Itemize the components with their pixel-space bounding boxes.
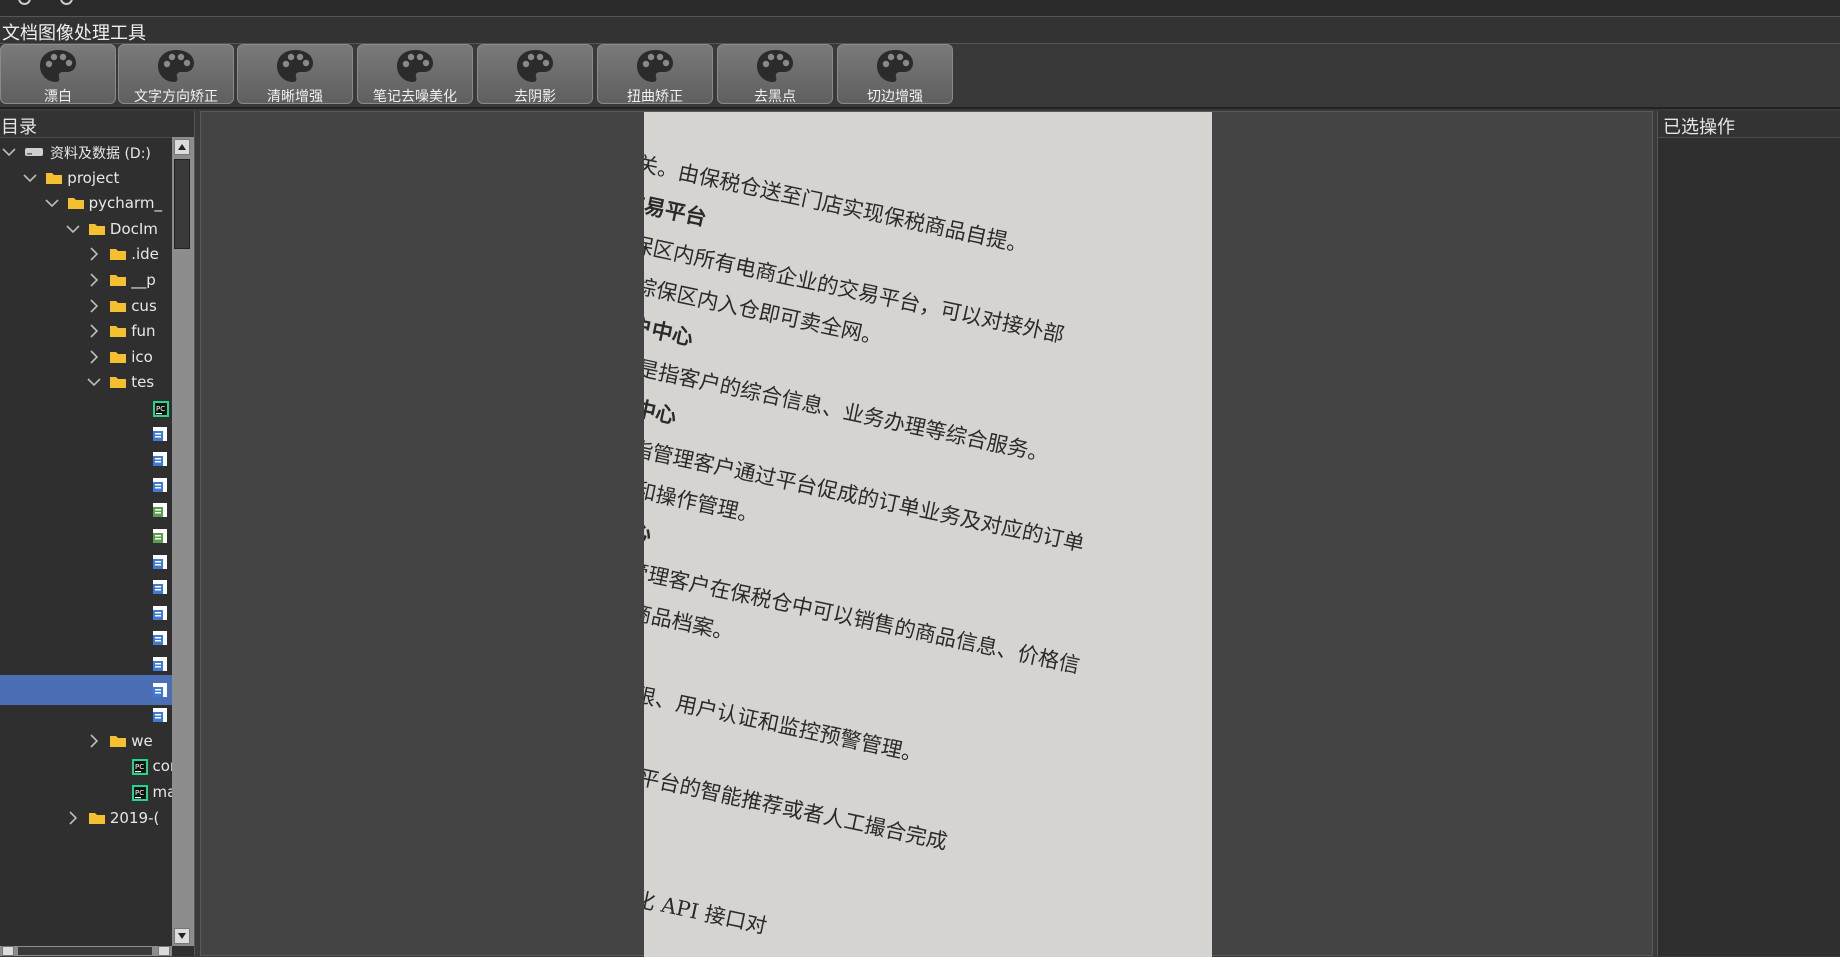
- scroll-thumb[interactable]: [18, 947, 152, 955]
- chevron-down-icon[interactable]: [66, 222, 80, 236]
- chevron-right-icon[interactable]: [87, 350, 101, 364]
- svg-text:PC: PC: [135, 789, 144, 797]
- drive-icon: [24, 144, 44, 162]
- image-file-icon: [152, 528, 168, 548]
- app-title-bar: 文档图像处理工具: [0, 17, 1840, 44]
- tool-button-label: 文字方向矫正: [134, 89, 218, 105]
- scroll-left-icon[interactable]: [2, 946, 14, 956]
- tree-item-label: pycharm_: [88, 194, 162, 213]
- svg-text:PC: PC: [156, 405, 165, 413]
- scroll-right-icon[interactable]: [158, 946, 170, 956]
- tool-button[interactable]: 漂白: [0, 44, 116, 105]
- document-image: 通关。由保税仓送至门店实现保税商品自提。3.2.3 交易平台服务综保区内所有电商…: [644, 112, 1212, 957]
- tree-item-label: __p: [131, 271, 156, 289]
- tree-item-label: we: [131, 731, 153, 750]
- tool-button[interactable]: 笔记去噪美化: [357, 44, 473, 105]
- folder-icon: [109, 733, 127, 752]
- scroll-thumb[interactable]: [174, 159, 190, 249]
- folder-icon: [109, 349, 127, 368]
- tool-button[interactable]: 去阴影: [477, 44, 593, 105]
- tool-button-label: 去黑点: [754, 89, 796, 105]
- app-title: 文档图像处理工具: [2, 23, 146, 44]
- chevron-right-icon[interactable]: [87, 734, 101, 748]
- scroll-down-icon[interactable]: [174, 928, 190, 944]
- svg-text:PC: PC: [135, 763, 144, 771]
- toolbar: 漂白 文字方向矫正 清晰增强 笔记去噪美化 去阴影 扭曲矫正 去黑点 切边增强: [0, 44, 1840, 106]
- image-file-icon: [152, 477, 168, 497]
- file-tree[interactable]: 资料及数据 (D:) project pycharm_ DocIm .ide __pcus…: [0, 137, 172, 946]
- image-viewer[interactable]: 通关。由保税仓送至门店实现保税商品自提。3.2.3 交易平台服务综保区内所有电商…: [200, 111, 1653, 957]
- window-circle-icon[interactable]: [60, 0, 73, 5]
- selected-operations-list[interactable]: [1658, 138, 1840, 956]
- image-file-icon: [152, 502, 168, 522]
- folder-icon: [45, 170, 63, 189]
- folder-icon: [109, 272, 127, 291]
- image-file-icon: [152, 707, 168, 727]
- image-file-icon: [152, 426, 168, 446]
- tool-button-label: 扭曲矫正: [627, 89, 683, 105]
- folder-icon: [109, 246, 127, 265]
- folder-icon: [109, 323, 127, 342]
- tree-item-label: DocIm: [109, 219, 158, 238]
- selected-operations-label: 已选操作: [1663, 117, 1735, 138]
- tree-item-label: cor: [152, 757, 173, 776]
- tool-button-label: 切边增强: [867, 89, 923, 105]
- chevron-right-icon[interactable]: [87, 273, 101, 287]
- folder-icon: [109, 374, 127, 393]
- chevron-down-icon[interactable]: [45, 196, 59, 210]
- tree-item-label: 2019-(: [109, 808, 160, 827]
- chevron-right-icon[interactable]: [87, 299, 101, 313]
- tree-item-label: project: [67, 168, 120, 187]
- tree-item-label: cus: [131, 296, 157, 315]
- tree-item-label: .ide: [131, 245, 159, 264]
- tool-button[interactable]: 去黑点: [717, 44, 833, 105]
- folder-icon: [88, 221, 106, 240]
- tool-button-label: 笔记去噪美化: [373, 89, 457, 105]
- image-file-icon: [152, 656, 168, 676]
- chevron-down-icon[interactable]: [2, 145, 16, 159]
- image-file-icon: [152, 579, 168, 599]
- directory-header: 目录: [0, 111, 194, 138]
- chevron-right-icon[interactable]: [87, 247, 101, 261]
- tool-button-label: 清晰增强: [267, 89, 323, 105]
- folder-icon: [109, 298, 127, 317]
- image-file-icon: [152, 630, 168, 650]
- tree-folder-item[interactable]: 2019-(: [0, 803, 172, 833]
- tree-item-label: fun: [131, 322, 156, 341]
- tool-button[interactable]: 清晰增强: [237, 44, 353, 105]
- image-file-icon: [152, 554, 168, 574]
- selected-operations-panel: 已选操作: [1657, 111, 1840, 956]
- chevron-right-icon[interactable]: [66, 811, 80, 825]
- chevron-down-icon[interactable]: [87, 375, 101, 389]
- image-file-icon: [152, 605, 168, 625]
- toolbar-divider: [0, 107, 1840, 109]
- image-file-icon: [152, 451, 168, 471]
- tool-button-label: 漂白: [44, 89, 72, 105]
- tool-button[interactable]: 切边增强: [837, 44, 953, 105]
- tree-item-label: ma: [152, 783, 173, 801]
- selected-operations-header: 已选操作: [1658, 111, 1840, 138]
- chevron-down-icon[interactable]: [23, 171, 37, 185]
- tree-item-label: ico: [131, 347, 153, 366]
- document-line: 安全中心是指角色权限、用户认证和监控预警管理。: [644, 643, 926, 768]
- directory-panel: 目录 资料及数据 (D:) project pycharm_ DocIm .ide __p…: [0, 111, 195, 956]
- tree-horizontal-scrollbar[interactable]: [0, 946, 172, 956]
- window-circle-icon[interactable]: [18, 0, 31, 5]
- tree-item-label: tes: [131, 373, 155, 392]
- folder-icon: [67, 195, 85, 214]
- tree-item-label: 资料及数据 (D:): [50, 146, 151, 162]
- window-top-strip: [0, 0, 1840, 17]
- directory-header-label: 目录: [1, 117, 37, 138]
- folder-icon: [88, 810, 106, 829]
- scroll-up-icon[interactable]: [174, 139, 190, 155]
- tool-button[interactable]: 扭曲矫正: [597, 44, 713, 105]
- document-text: 通关。由保税仓送至门店实现保税商品自提。3.2.3 交易平台服务综保区内所有电商…: [644, 112, 1212, 938]
- tree-vertical-scrollbar[interactable]: [172, 137, 194, 946]
- tool-button[interactable]: 文字方向矫正: [118, 44, 234, 105]
- document-line: 商品中心是指管理客户在保税仓中可以销售的商品信息、价格信: [644, 532, 1083, 678]
- tool-button-label: 去阴影: [514, 89, 556, 105]
- image-file-icon: [152, 682, 168, 702]
- document-line: 外接口是指平台利用标准化 API 接口对: [644, 838, 769, 939]
- chevron-right-icon[interactable]: [87, 324, 101, 338]
